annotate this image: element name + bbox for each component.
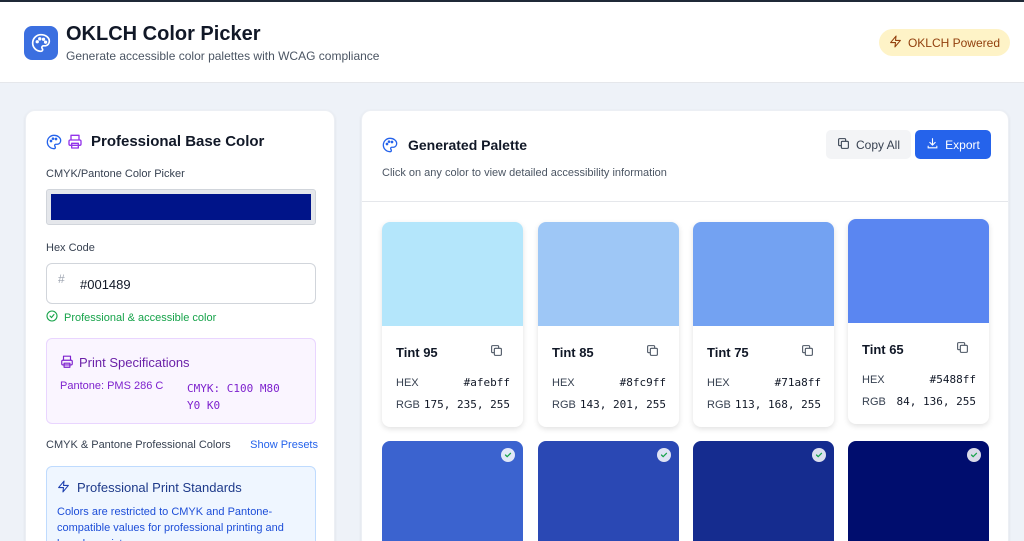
tile-name: Tint 75	[707, 345, 749, 360]
tile-swatch	[382, 222, 523, 326]
export-button[interactable]: Export	[915, 130, 991, 159]
palette-icon	[382, 137, 398, 158]
hex-input[interactable]: # #001489	[46, 263, 316, 304]
print-standards-box: Professional Print Standards Colors are …	[46, 466, 316, 541]
hex-label: Hex Code	[46, 242, 95, 254]
rgb-label: RGB	[552, 399, 576, 411]
palette-panel: Generated Palette Click on any color to …	[361, 110, 1009, 541]
oklch-badge: OKLCH Powered	[878, 29, 1010, 56]
copy-all-label: Copy All	[855, 137, 901, 152]
download-icon	[926, 137, 939, 153]
palette-shade-tile[interactable]	[848, 441, 989, 541]
copy-icon[interactable]	[490, 344, 503, 362]
printer-icon	[60, 355, 74, 374]
hex-label: HEX	[396, 377, 419, 389]
presets-row: CMYK & Pantone Professional Colors Show …	[46, 439, 318, 451]
tile-swatch	[848, 219, 989, 323]
picker-swatch	[51, 194, 311, 220]
hex-input-value: #001489	[80, 277, 131, 292]
app-header: OKLCH Color Picker Generate accessible c…	[0, 2, 1024, 83]
palette-icon	[24, 26, 58, 60]
rgb-value: 143, 201, 255	[579, 398, 666, 411]
tile-name: Tint 65	[862, 342, 904, 357]
presets-label: CMYK & Pantone Professional Colors	[46, 439, 231, 451]
palette-subtitle: Click on any color to view detailed acce…	[382, 167, 667, 179]
hex-label: HEX	[552, 377, 575, 389]
print-spec-box: Print Specifications Pantone: PMS 286 C …	[46, 338, 316, 424]
rgb-label: RGB	[396, 399, 420, 411]
hex-value: #5488ff	[929, 373, 976, 386]
copy-icon	[837, 137, 850, 153]
show-presets-link[interactable]: Show Presets	[250, 439, 318, 451]
palette-tile[interactable]: Tint 75 HEX #71a8ff RGB 113, 168, 255	[693, 222, 834, 427]
copy-icon[interactable]	[646, 344, 659, 362]
hex-value: #8fc9ff	[619, 376, 666, 389]
rgb-label: RGB	[707, 399, 731, 411]
status-line: Professional & accessible color	[46, 310, 216, 325]
palette-tile[interactable]: Tint 95 HEX #afebff RGB 175, 235, 255	[382, 222, 523, 427]
tile-swatch	[538, 222, 679, 326]
rgb-value: 113, 168, 255	[734, 398, 821, 411]
hash-icon: #	[58, 272, 65, 286]
check-circle-icon	[46, 310, 58, 325]
printer-icon	[67, 134, 83, 155]
palette-shade-tile[interactable]	[693, 441, 834, 541]
print-spec-title: Print Specifications	[79, 355, 190, 370]
badge-label: OKLCH Powered	[907, 35, 1000, 50]
picker-label: CMYK/Pantone Color Picker	[46, 168, 185, 180]
palette-tile-hovered[interactable]: Tint 65 HEX #5488ff RGB 84, 136, 255	[848, 219, 989, 424]
rgb-label: RGB	[862, 396, 886, 408]
hex-value: #afebff	[463, 376, 510, 389]
app-title: OKLCH Color Picker	[66, 23, 261, 45]
palette-icon	[46, 134, 62, 155]
copy-icon[interactable]	[801, 344, 814, 362]
check-circle-icon	[501, 448, 515, 462]
standards-title: Professional Print Standards	[77, 480, 242, 495]
palette-shade-tile[interactable]	[538, 441, 679, 541]
check-circle-icon	[967, 448, 981, 462]
check-circle-icon	[657, 448, 671, 462]
export-label: Export	[945, 137, 980, 152]
lightning-icon	[889, 35, 902, 51]
check-circle-icon	[812, 448, 826, 462]
palette-title: Generated Palette	[408, 137, 528, 153]
rgb-value: 84, 136, 255	[889, 395, 976, 408]
tile-name: Tint 95	[396, 345, 438, 360]
base-color-panel: Professional Base Color CMYK/Pantone Col…	[25, 110, 335, 541]
panel-title: Professional Base Color	[91, 133, 265, 150]
tile-name: Tint 85	[552, 345, 594, 360]
hex-value: #71a8ff	[774, 376, 821, 389]
copy-all-button[interactable]: Copy All	[826, 130, 911, 159]
status-text: Professional & accessible color	[64, 311, 217, 324]
cmyk-value: CMYK: C100 M80 Y0 K0	[187, 382, 280, 412]
color-picker-input[interactable]	[46, 189, 316, 225]
hex-label: HEX	[862, 374, 885, 386]
rgb-value: 175, 235, 255	[423, 398, 510, 411]
lightning-icon	[57, 480, 70, 498]
hex-label: HEX	[707, 377, 730, 389]
app-subtitle: Generate accessible color palettes with …	[66, 49, 380, 63]
pantone-value: Pantone: PMS 286 C	[60, 380, 164, 392]
copy-icon[interactable]	[956, 341, 969, 359]
standards-text: Colors are restricted to CMYK and Panton…	[57, 506, 284, 541]
palette-shade-tile[interactable]	[382, 441, 523, 541]
tile-swatch	[693, 222, 834, 326]
palette-tile[interactable]: Tint 85 HEX #8fc9ff RGB 143, 201, 255	[538, 222, 679, 427]
divider	[362, 201, 1008, 202]
